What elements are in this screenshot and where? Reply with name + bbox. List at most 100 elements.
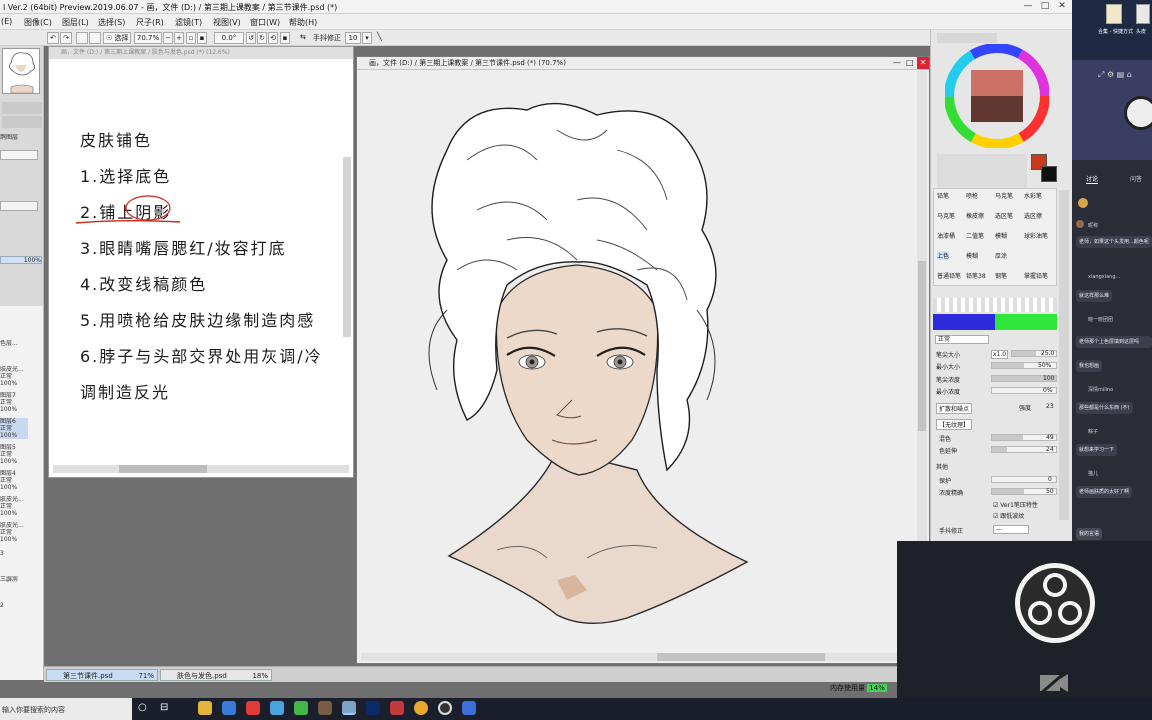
right-panel-scroll[interactable] [1059, 190, 1069, 520]
chat-tab-active[interactable]: 讨论 [1086, 174, 1099, 184]
undo-icon[interactable]: ↶ [47, 32, 59, 44]
layer-select-2[interactable] [0, 201, 38, 211]
brush-slot[interactable]: 普通铅笔 [937, 271, 961, 280]
brush-slot[interactable]: 模糊 [995, 231, 1007, 240]
maximize-button[interactable]: □ [1039, 1, 1051, 12]
brush-slot[interactable]: 掌握铅笔 [1024, 271, 1048, 280]
zoom-reset-button[interactable]: ▪ [197, 32, 207, 44]
main-vscroll-thumb[interactable] [918, 261, 926, 431]
select-toggle[interactable]: ☉ 选择 [103, 32, 131, 44]
menu-ruler[interactable]: 尺子(R) [136, 17, 164, 28]
secondary-color-swatch[interactable] [1041, 166, 1057, 182]
brush-tool-grid[interactable]: 铅笔 喷枪 马克笔 水彩笔 马克笔 橡皮擦 选区笔 选区擦 油漆桶 二值笔 模糊… [933, 188, 1057, 286]
task-switcher-icon[interactable]: ⊟ [160, 702, 168, 713]
stabilizer-select[interactable]: --- [993, 525, 1029, 534]
brush-slot[interactable]: 选区笔 [995, 211, 1013, 220]
chat-tab[interactable]: 问答 [1130, 174, 1142, 183]
zoom-out-button[interactable]: − [163, 32, 173, 44]
taskbar-search[interactable]: 输入你要搜索的内容 [0, 698, 132, 720]
brush-slot[interactable]: 二值笔 [966, 231, 984, 240]
app-icon[interactable] [390, 701, 404, 715]
notes-hscroll-thumb[interactable] [119, 465, 207, 473]
navigator-thumbnail[interactable] [2, 48, 40, 94]
notes-hscroll[interactable] [53, 465, 349, 473]
zoom-in-button[interactable]: + [174, 32, 184, 44]
doc-minimize-button[interactable]: — [893, 58, 901, 67]
task-view-icon[interactable]: ○ [138, 702, 147, 713]
chat-input[interactable]: 我的言语 [1076, 528, 1103, 540]
nav-buttons-row2[interactable] [2, 116, 42, 128]
brush-slot[interactable]: 选区擦 [1024, 211, 1042, 220]
photoshop-icon[interactable] [366, 701, 380, 715]
brush-slot[interactable]: 球彩油笔 [1024, 231, 1048, 240]
color-wheel[interactable] [945, 44, 1049, 148]
wechat-icon[interactable] [294, 701, 308, 715]
close-button[interactable]: ✕ [1056, 1, 1068, 12]
mail-icon[interactable] [222, 701, 236, 715]
redo-icon[interactable]: ↷ [60, 32, 72, 44]
doc-maximize-button[interactable]: □ [906, 58, 914, 67]
menu-select[interactable]: 选择(S) [98, 17, 125, 28]
brush-slot[interactable]: 橡皮擦 [966, 211, 984, 220]
brush-slot[interactable]: 厚涂 [995, 251, 1007, 260]
spread-select[interactable]: 扩散和噪点 [936, 403, 973, 414]
notes-vscroll[interactable] [343, 157, 351, 337]
zoom-fit-button[interactable]: ▫ [186, 32, 196, 44]
deselect-icon[interactable] [76, 32, 88, 44]
menu-filter[interactable]: 滤镜(T) [175, 17, 202, 28]
rotate-reset-button[interactable]: ⟲ [268, 32, 278, 44]
opacity-slider[interactable]: 100% [0, 256, 42, 264]
desktop-icon[interactable] [1106, 4, 1122, 24]
stabilizer-field[interactable]: 10 [345, 32, 361, 44]
brush-slot[interactable]: 铅笔 [937, 191, 949, 200]
notes-canvas-window[interactable]: 画，文件 (D:) / 第三期上课教案 / 肤色与发色.psd (*) (12.… [48, 46, 354, 478]
brush-slot[interactable]: 油漆桶 [937, 231, 955, 240]
app-icon[interactable] [462, 701, 476, 715]
chat-toolbar-icons[interactable]: ⤢ ⚙ ▤ ⌂ [1098, 70, 1132, 80]
zoom-field[interactable]: 70.7% [134, 32, 162, 44]
sai-icon[interactable] [342, 701, 356, 715]
layer-list[interactable]: 色层... 肤皮光... 正常 100% 图层7 正常 100% 图层6 正常 … [0, 306, 43, 680]
brush-slot[interactable]: 马克笔 [995, 191, 1013, 200]
main-canvas-window[interactable]: 画，文件 (D:) / 第三期上课教案 / 第三节课件.psd (*) (70.… [356, 56, 930, 664]
brush-size-multiplier[interactable]: x1.0 [991, 350, 1009, 359]
nav-buttons-row1[interactable] [2, 102, 42, 114]
follow-checkbox[interactable]: ☑ 跟低波纹 [993, 511, 1024, 520]
file-explorer-icon[interactable] [198, 701, 212, 715]
ver1-checkbox[interactable]: ☑ Ver1笔压特性 [993, 500, 1038, 509]
rotation-field[interactable]: 0.0° [214, 32, 244, 44]
doc-close-button[interactable]: ✕ [917, 57, 929, 69]
menu-edit[interactable]: (E) [1, 17, 12, 26]
main-hscroll[interactable] [361, 653, 917, 661]
portrait-artwork[interactable] [357, 70, 929, 650]
main-hscroll-thumb[interactable] [657, 653, 825, 661]
obs-icon[interactable] [438, 701, 452, 715]
chrome-icon[interactable] [414, 701, 428, 715]
brush-slot[interactable]: 喷枪 [966, 191, 978, 200]
texture-select[interactable]: 【无纹理】 [936, 419, 973, 430]
qq-icon[interactable] [270, 701, 284, 715]
color-mode-tabs[interactable] [937, 33, 997, 43]
desktop-icon[interactable] [1136, 4, 1150, 24]
flip-button[interactable]: ▪ [280, 32, 290, 44]
app-icon[interactable] [246, 701, 260, 715]
brush-slot[interactable]: 铅笔38 [966, 271, 986, 280]
file-tab-active[interactable]: 第三节课件.psd 71% [46, 669, 158, 681]
brush-slot[interactable]: 马克笔 [937, 211, 955, 220]
rotate-right-button[interactable]: ↻ [257, 32, 267, 44]
brush-slot[interactable]: 钢笔 [995, 271, 1007, 280]
invert-selection-icon[interactable] [89, 32, 101, 44]
blend-mode-select[interactable]: 正常 [935, 335, 989, 344]
brush-slot[interactable]: 模糊 [966, 251, 978, 260]
menu-window[interactable]: 窗口(W) [250, 17, 280, 28]
menu-view[interactable]: 视图(V) [213, 17, 241, 28]
layer-mode-select[interactable] [0, 150, 38, 160]
brush-slot-selected[interactable]: 上色 [937, 251, 950, 260]
brush-slot[interactable]: 水彩笔 [1024, 191, 1042, 200]
rotate-left-button[interactable]: ↺ [246, 32, 256, 44]
menu-layer[interactable]: 图层(L) [62, 17, 89, 28]
app-icon[interactable] [318, 701, 332, 715]
line-tool-icon[interactable]: ╲ [377, 32, 382, 41]
file-tab[interactable]: 肤色与发色.psd 18% [160, 669, 272, 681]
minimize-button[interactable]: — [1022, 1, 1034, 12]
